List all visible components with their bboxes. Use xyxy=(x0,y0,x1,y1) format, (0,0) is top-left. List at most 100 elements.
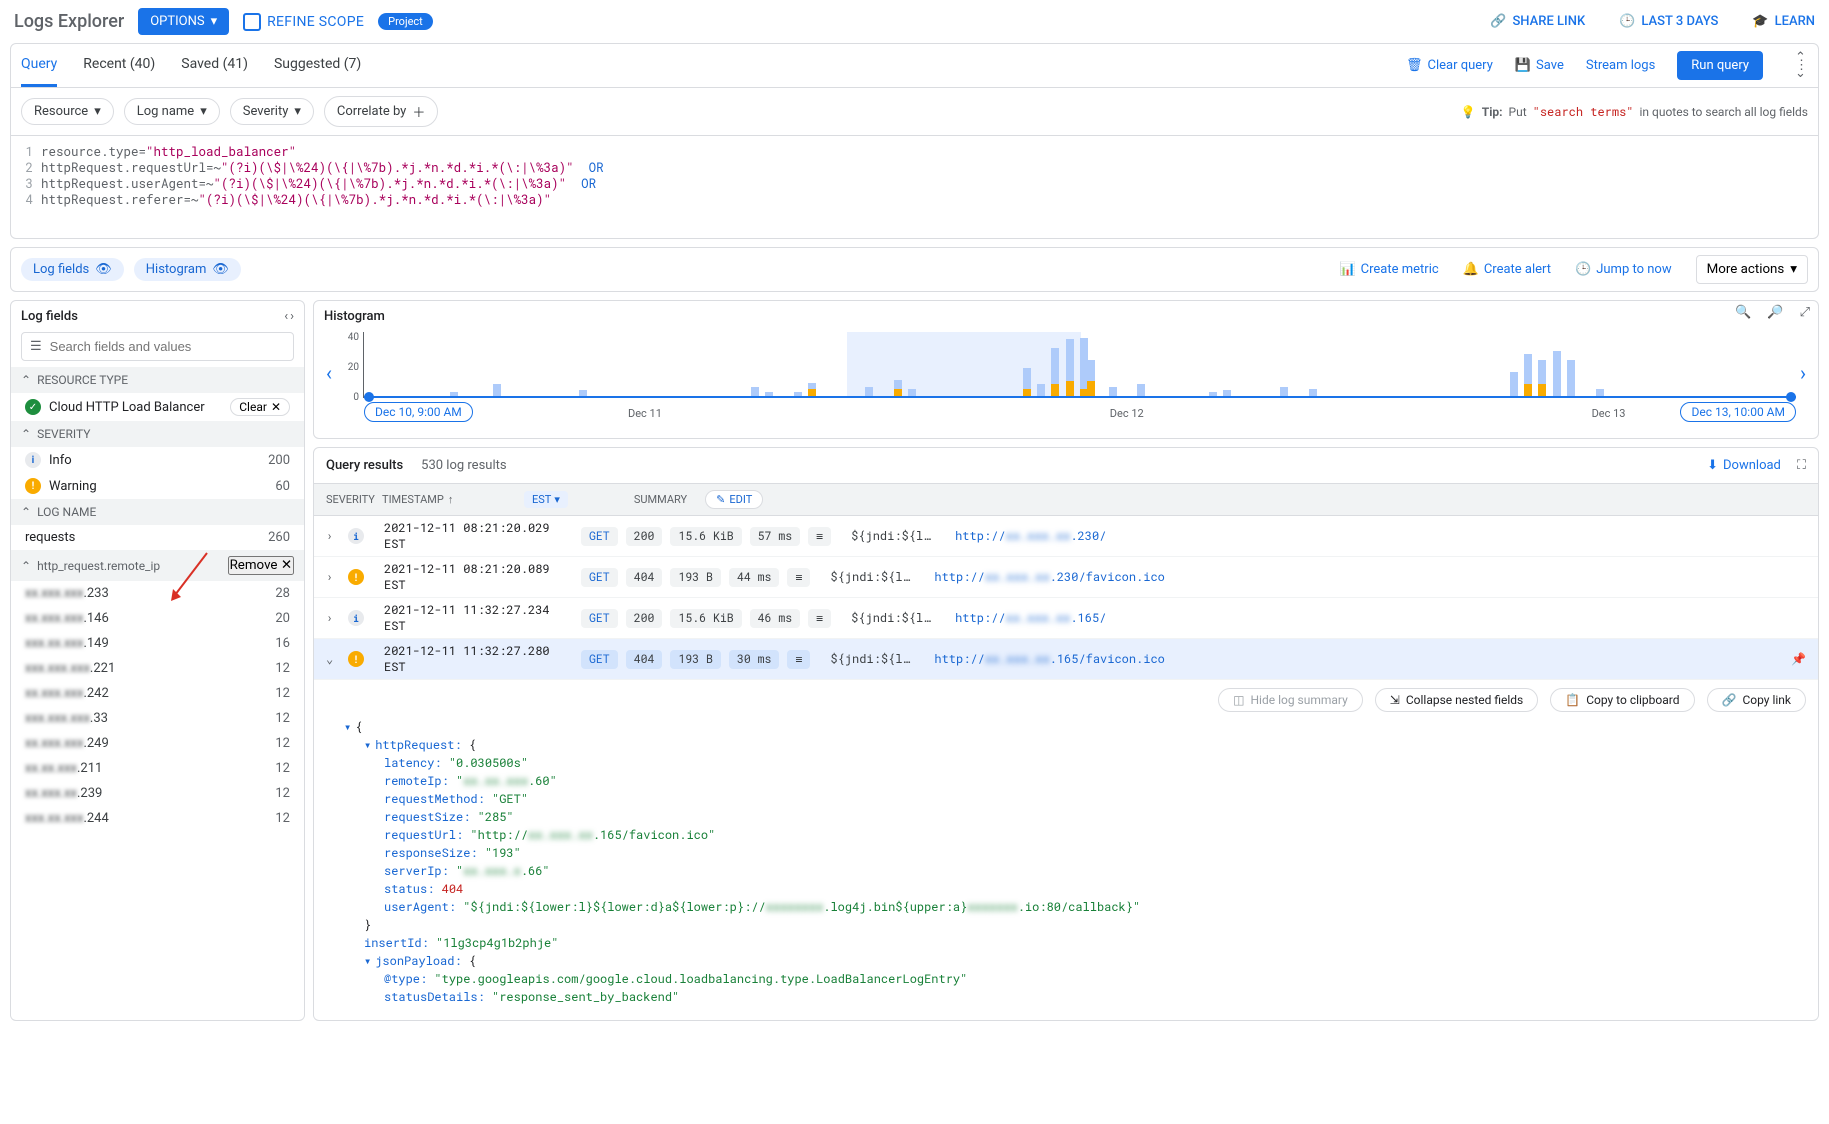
learn-button[interactable]: 🎓 LEARN xyxy=(1752,14,1815,29)
eye-icon: 👁 xyxy=(212,262,229,277)
edit-columns-button[interactable]: ✎ EDIT xyxy=(705,490,763,509)
tab-saved[interactable]: Saved (41) xyxy=(181,44,248,87)
log-row[interactable]: › i 2021-12-11 08:21:20.029 EST GET 200 … xyxy=(314,516,1818,557)
hide-summary-button[interactable]: ◫ Hide log summary xyxy=(1218,688,1363,712)
log-row[interactable]: ⌄ ! 2021-12-11 11:32:27.280 EST GET 404 … xyxy=(314,639,1818,680)
resource-value-row[interactable]: ✓ Cloud HTTP Load Balancer Clear ✕ xyxy=(11,393,304,421)
timezone-button[interactable]: EST ▾ xyxy=(524,491,568,508)
query-editor[interactable]: 1 resource.type="http_load_balancer" 2 h… xyxy=(11,136,1818,238)
download-button[interactable]: ⬇ Download xyxy=(1707,458,1781,473)
expand-button[interactable]: › xyxy=(326,528,336,544)
panel-nav-button[interactable]: ‹› xyxy=(284,309,294,324)
expand-button[interactable]: ⌄ xyxy=(326,651,336,667)
caret-icon[interactable]: ▾ xyxy=(364,953,371,969)
section-resource-type[interactable]: ⌃ RESOURCE TYPE xyxy=(11,367,304,393)
severity-filter-button[interactable]: Severity ▾ xyxy=(230,98,314,125)
remote-ip-row[interactable]: xxx.xx.xxx.14916 xyxy=(11,631,304,656)
code-keyword: OR xyxy=(589,160,604,176)
remote-ip-row[interactable]: xxx.xxx.xxx.22112 xyxy=(11,656,304,681)
time-range-button[interactable]: 🕒 LAST 3 DAYS xyxy=(1619,14,1718,29)
histogram-chip[interactable]: Histogram 👁 xyxy=(134,258,241,281)
time-end-pill[interactable]: Dec 13, 10:00 AM xyxy=(1680,402,1796,422)
search-fields-input[interactable] xyxy=(50,339,285,354)
share-link-button[interactable]: 🔗 SHARE LINK xyxy=(1490,14,1585,29)
logname-requests-row[interactable]: requests 260 xyxy=(11,525,304,550)
zoom-out-icon[interactable]: 🔍 xyxy=(1735,305,1751,320)
bar-info xyxy=(1596,389,1604,397)
expand-button[interactable]: › xyxy=(326,610,336,626)
bar-group xyxy=(1596,389,1604,397)
run-query-button[interactable]: Run query xyxy=(1677,51,1763,80)
histogram-chart[interactable]: 40 20 0 Dec 10, 9:00 AM Dec 11 Dec 12 De… xyxy=(336,328,1796,418)
learn-icon: 🎓 xyxy=(1752,14,1768,29)
refine-scope-button[interactable]: REFINE SCOPE xyxy=(243,13,364,31)
histogram-next-button[interactable]: › xyxy=(1796,361,1810,385)
url-cell: http://xx.xxx.xx.230/ xyxy=(955,528,1106,544)
fullscreen-button[interactable]: ⛶ xyxy=(1797,458,1806,473)
code-field: httpRequest.userAgent xyxy=(41,176,199,192)
link-icon: 🔗 xyxy=(1722,693,1737,707)
col-severity[interactable]: SEVERITY xyxy=(326,493,370,506)
col-summary[interactable]: SUMMARY xyxy=(634,493,687,506)
col-timestamp[interactable]: TIMESTAMP ↑ xyxy=(382,493,512,506)
remove-remote-ip-button[interactable]: Remove ✕ xyxy=(228,556,294,575)
severity-warning-row[interactable]: ! Warning 60 xyxy=(11,473,304,499)
remote-ip-row[interactable]: xx.xx.xxx.21112 xyxy=(11,756,304,781)
expand-icon[interactable]: ⤢ xyxy=(1800,305,1810,320)
clear-query-button[interactable]: 🗑 Clear query xyxy=(1406,58,1493,73)
ip-suffix: .146 xyxy=(83,611,108,626)
remote-ip-row[interactable]: xx.xxx.xxx.23328 xyxy=(11,581,304,606)
top-bar: Logs Explorer OPTIONS ▾ REFINE SCOPE Pro… xyxy=(0,0,1829,43)
remote-ip-row[interactable]: xx.xxx.xxx.24212 xyxy=(11,681,304,706)
pin-icon[interactable]: 📌 xyxy=(1791,651,1806,667)
tab-recent[interactable]: Recent (40) xyxy=(83,44,155,87)
save-query-button[interactable]: 💾 Save xyxy=(1515,58,1564,73)
bar-info xyxy=(1553,351,1561,396)
correlate-filter-button[interactable]: Correlate by ＋ xyxy=(324,96,438,127)
eye-off-icon: ◫ xyxy=(1233,693,1244,707)
remote-ip-row[interactable]: xx.xxx.xxx.14620 xyxy=(11,606,304,631)
create-alert-button[interactable]: 🔔 Create alert xyxy=(1463,262,1551,277)
section-remote-ip[interactable]: ⌃ http_request.remote_ip Remove ✕ xyxy=(11,550,304,581)
severity-warning-label: Warning xyxy=(49,479,97,494)
more-actions-button[interactable]: More actions ▾ xyxy=(1696,255,1808,284)
resource-value-label: Cloud HTTP Load Balancer xyxy=(49,400,205,415)
expand-button[interactable]: › xyxy=(326,569,336,585)
tab-query[interactable]: Query xyxy=(21,44,57,87)
section-logname[interactable]: ⌃ LOG NAME xyxy=(11,499,304,525)
wrap-icon: ≡ xyxy=(808,609,831,628)
line-number: 3 xyxy=(21,176,41,192)
logname-filter-button[interactable]: Log name ▾ xyxy=(124,98,220,125)
options-button[interactable]: OPTIONS ▾ xyxy=(138,8,229,35)
save-icon: 💾 xyxy=(1515,58,1531,73)
zoom-in-icon[interactable]: 🔎 xyxy=(1767,305,1783,320)
resource-filter-button[interactable]: Resource ▾ xyxy=(21,98,114,125)
severity-info-row[interactable]: i Info 200 xyxy=(11,447,304,473)
log-row[interactable]: › i 2021-12-11 11:32:27.234 EST GET 200 … xyxy=(314,598,1818,639)
code-op: = xyxy=(139,144,147,160)
json-value-redacted: xx.xxx.xx xyxy=(528,827,593,843)
remote-ip-row[interactable]: xxx.xx.xxx.24412 xyxy=(11,806,304,831)
copy-link-button[interactable]: 🔗 Copy link xyxy=(1707,688,1806,712)
remote-ip-row[interactable]: xx.xxx.xx.23912 xyxy=(11,781,304,806)
clear-resource-button[interactable]: Clear ✕ xyxy=(230,398,290,416)
jump-to-now-button[interactable]: 🕒 Jump to now xyxy=(1575,262,1672,277)
copy-clipboard-button[interactable]: 📋 Copy to clipboard xyxy=(1550,688,1694,712)
create-metric-button[interactable]: 📊 Create metric xyxy=(1339,262,1438,277)
log-row[interactable]: › ! 2021-12-11 08:21:20.089 EST GET 404 … xyxy=(314,557,1818,598)
ip-suffix: .244 xyxy=(83,811,108,826)
remote-ip-row[interactable]: xxx.xxx.xxx.3312 xyxy=(11,706,304,731)
section-severity[interactable]: ⌃ SEVERITY xyxy=(11,421,304,447)
remote-ip-row[interactable]: xx.xxx.xxx.24912 xyxy=(11,731,304,756)
search-fields-input-wrapper[interactable]: ☰ xyxy=(21,332,294,361)
panel-menu-button[interactable]: ⌃⋮⌄ xyxy=(1795,55,1808,77)
time-start-pill[interactable]: Dec 10, 9:00 AM xyxy=(364,402,473,422)
caret-icon[interactable]: ▾ xyxy=(344,719,351,735)
bar-warn xyxy=(894,389,902,397)
histogram-prev-button[interactable]: ‹ xyxy=(322,361,336,385)
logfields-chip[interactable]: Log fields 👁 xyxy=(21,258,124,281)
caret-icon[interactable]: ▾ xyxy=(364,737,371,753)
stream-logs-button[interactable]: Stream logs xyxy=(1586,58,1655,73)
tab-suggested[interactable]: Suggested (7) xyxy=(274,44,361,87)
collapse-fields-button[interactable]: ⇲ Collapse nested fields xyxy=(1375,688,1538,712)
